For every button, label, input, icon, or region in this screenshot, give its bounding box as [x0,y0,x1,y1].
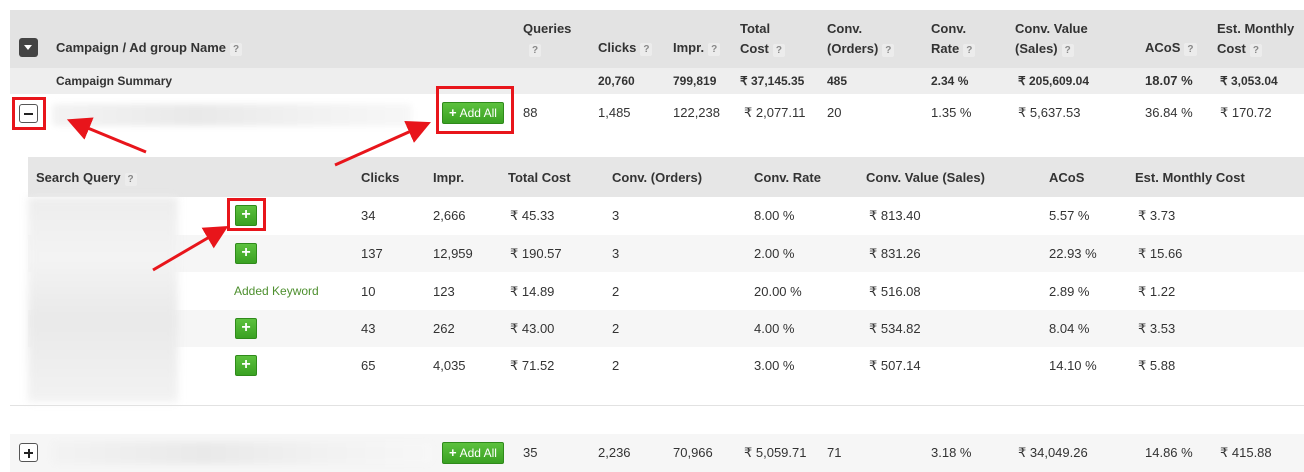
annotation-arrows [66,117,431,272]
arrow-to-add-all [334,120,431,167]
arrow-to-toggle [66,117,147,154]
arrow-to-add-keyword [152,225,229,272]
